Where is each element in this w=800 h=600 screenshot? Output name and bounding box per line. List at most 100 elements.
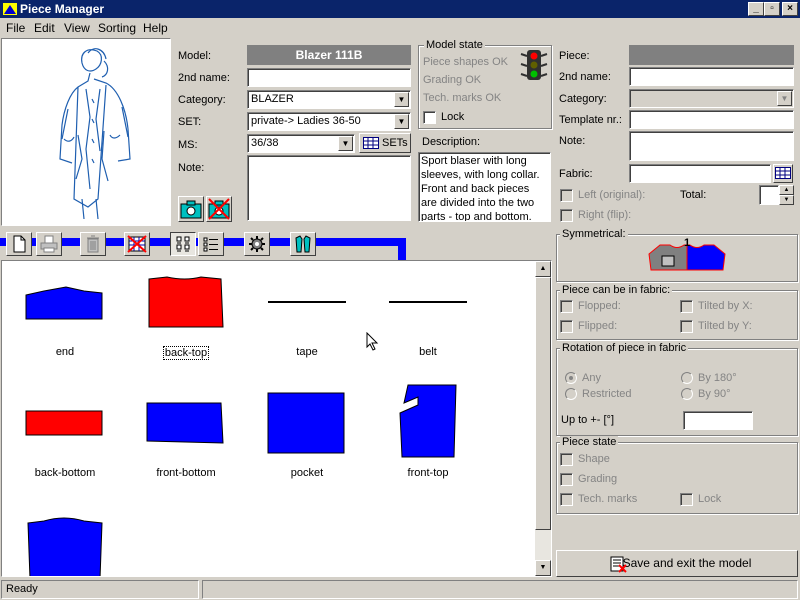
total-spin-up[interactable]: ▲ <box>779 185 794 195</box>
tilted-x-label: Tilted by X: <box>698 300 753 312</box>
model-lock-checkbox[interactable] <box>423 111 436 124</box>
save-exit-button[interactable]: Save and exit the model <box>556 550 798 577</box>
piece-label: Piece: <box>559 50 590 62</box>
rotation-180-radio[interactable] <box>681 372 693 384</box>
second-name-input[interactable] <box>247 68 411 87</box>
total-spin-down[interactable]: ▼ <box>779 195 794 205</box>
sets-button[interactable]: SETs <box>359 133 411 153</box>
piece-label-back-bottom[interactable]: back-bottom <box>5 467 125 479</box>
ms-value: 36/38 <box>251 137 279 149</box>
piece-lock-checkbox[interactable] <box>680 493 693 506</box>
menu-file[interactable]: File <box>6 21 25 35</box>
rotation-restricted-radio[interactable] <box>565 388 577 400</box>
chevron-down-icon[interactable]: ▼ <box>394 114 409 129</box>
icon-view-button[interactable] <box>170 232 196 256</box>
pattern-button[interactable] <box>290 232 316 256</box>
list-view-button[interactable] <box>198 232 224 256</box>
scroll-up-button[interactable]: ▲ <box>535 261 551 277</box>
rotation-restricted-label: Restricted <box>582 388 632 400</box>
model-name-field[interactable]: Blazer 111B <box>247 45 411 65</box>
scroll-down-button[interactable]: ▼ <box>535 560 551 576</box>
piece-unnamed-shape[interactable] <box>24 515 106 577</box>
ms-select[interactable]: 36/38 ▼ <box>247 134 355 153</box>
piece-second-name-input[interactable] <box>629 67 794 86</box>
tilted-x-checkbox[interactable] <box>680 300 693 313</box>
piece-belt-shape[interactable] <box>389 301 467 303</box>
chevron-down-icon[interactable]: ▼ <box>338 136 353 151</box>
fabric-input[interactable] <box>629 164 771 183</box>
piece-label-belt[interactable]: belt <box>368 346 488 358</box>
pieces-canvas[interactable]: end back-top tape belt back-bottom front… <box>1 260 552 577</box>
minimize-button[interactable]: _ <box>748 2 764 16</box>
piece-label-tape[interactable]: tape <box>247 346 367 358</box>
grading-checkbox[interactable] <box>560 473 573 486</box>
piece-label-front-top[interactable]: front-top <box>368 467 488 479</box>
description-text[interactable]: Sport blaser with long sleeves, with lon… <box>418 152 551 222</box>
flipped-checkbox[interactable] <box>560 320 573 333</box>
shape-label: Shape <box>578 453 610 465</box>
rotation-90-label: By 90° <box>698 388 731 400</box>
flopped-label: Flopped: <box>578 300 621 312</box>
close-button[interactable]: × <box>782 2 798 16</box>
list-icon <box>203 237 218 252</box>
piece-back-top-shape[interactable] <box>145 273 227 331</box>
shape-checkbox[interactable] <box>560 453 573 466</box>
piece-label-front-bottom[interactable]: front-bottom <box>126 467 246 479</box>
scroll-thumb[interactable] <box>535 277 551 530</box>
fabric-table-button[interactable] <box>773 164 793 183</box>
menu-view[interactable]: View <box>64 21 90 35</box>
vertical-scrollbar[interactable]: ▲ ▼ <box>535 261 551 576</box>
menu-sorting[interactable]: Sorting <box>98 21 136 35</box>
piece-tape-shape[interactable] <box>268 301 346 303</box>
category-select[interactable]: BLAZER ▼ <box>247 90 411 109</box>
sets-button-label: SETs <box>382 137 408 149</box>
flopped-checkbox[interactable] <box>560 300 573 313</box>
grid-delete-icon <box>127 235 147 253</box>
piece-back-bottom-shape[interactable] <box>24 409 106 437</box>
template-input[interactable] <box>629 110 794 129</box>
piece-pocket-shape[interactable] <box>266 391 348 455</box>
piece-category-select[interactable]: ▼ <box>629 89 794 108</box>
rotation-90-radio[interactable] <box>681 388 693 400</box>
tilted-y-checkbox[interactable] <box>680 320 693 333</box>
piece-end-shape[interactable] <box>24 285 106 323</box>
piece-front-top-shape[interactable] <box>394 383 460 461</box>
rotation-title: Rotation of piece in fabric <box>560 342 689 354</box>
menu-edit[interactable]: Edit <box>34 21 55 35</box>
piece-note-input[interactable] <box>629 131 794 161</box>
print-button[interactable] <box>36 232 62 256</box>
maximize-button[interactable]: ▫ <box>764 2 780 16</box>
piece-label-pocket[interactable]: pocket <box>247 467 367 479</box>
tech-marks-checkbox[interactable] <box>560 493 573 506</box>
window-title: Piece Manager <box>20 2 105 16</box>
settings-button[interactable] <box>244 232 270 256</box>
upto-input[interactable] <box>683 411 753 430</box>
set-select[interactable]: private-> Ladies 36-50 ▼ <box>247 112 411 131</box>
delete-picture-button[interactable] <box>206 196 232 222</box>
right-flip-checkbox[interactable] <box>560 209 573 222</box>
delete-button[interactable] <box>80 232 106 256</box>
new-piece-button[interactable] <box>6 232 32 256</box>
symmetrical-title: Symmetrical: <box>560 228 628 240</box>
note-input[interactable] <box>247 155 411 221</box>
app-icon <box>3 3 17 15</box>
table-icon <box>363 137 379 149</box>
menu-help[interactable]: Help <box>143 21 168 35</box>
model-sketch-image <box>59 48 131 220</box>
piece-label-end[interactable]: end <box>5 346 125 358</box>
grading-status: Grading OK <box>423 74 482 86</box>
fabric-position-group <box>556 290 798 340</box>
piece-name-field[interactable] <box>629 45 794 65</box>
rotation-any-radio[interactable] <box>565 372 577 384</box>
piece-lock-label: Lock <box>698 493 722 505</box>
piece-category-label: Category: <box>559 93 607 105</box>
gear-icon <box>249 236 265 252</box>
take-picture-button[interactable] <box>178 196 204 222</box>
piece-label-back-top[interactable]: back-top <box>163 346 209 360</box>
delete-all-button[interactable] <box>124 232 150 256</box>
chevron-down-icon[interactable]: ▼ <box>777 91 792 106</box>
left-original-checkbox[interactable] <box>560 189 573 202</box>
total-input[interactable] <box>759 185 779 205</box>
chevron-down-icon[interactable]: ▼ <box>394 92 409 107</box>
piece-front-bottom-shape[interactable] <box>145 401 227 445</box>
